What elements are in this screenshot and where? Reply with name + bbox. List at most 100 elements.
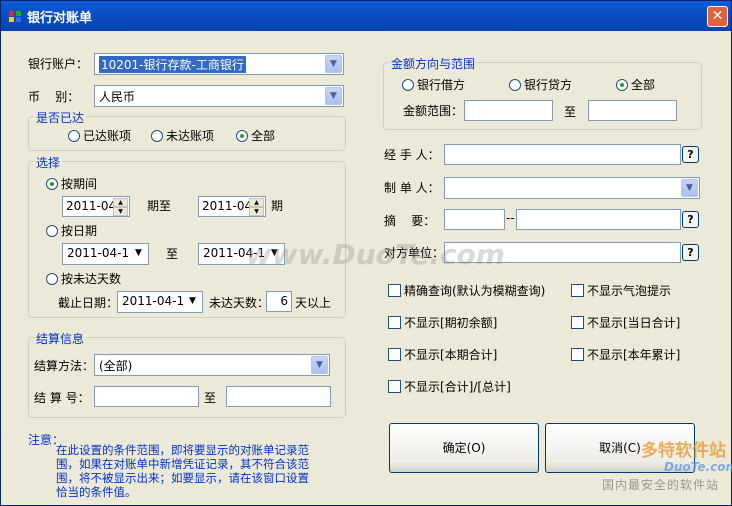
handler-input[interactable] <box>444 144 681 165</box>
ok-button[interactable]: 确定(O) <box>389 423 539 473</box>
chevron-down-icon[interactable]: ▼ <box>325 87 342 105</box>
checkbox-label: 精确查询(默认为模糊查询) <box>404 284 546 298</box>
title-bar[interactable]: 银行对账单 ✕ <box>1 1 731 31</box>
note-line: 围，如果在对账单中新增凭证记录，其不符合该范 <box>56 457 309 471</box>
checkbox-box <box>388 380 401 393</box>
note-text: 在此设置的条件范围，即将要显示的对账单记录范 围，如果在对账单中新增凭证记录，其… <box>56 443 309 499</box>
amount-legend: 金额方向与范围 <box>389 55 478 72</box>
app-icon <box>9 11 21 22</box>
radio-by-days[interactable]: 按未达天数 <box>46 270 121 287</box>
checkbox-box <box>571 348 584 361</box>
radio-label: 按日期 <box>61 224 98 238</box>
radio-circle <box>46 273 58 285</box>
summary-label: 摘 要： <box>384 214 436 228</box>
check-hide-ytd[interactable]: 不显示[本年累计] <box>571 346 680 363</box>
maker-label: 制 单 人： <box>384 181 440 195</box>
reconciled-legend: 是否已达 <box>34 109 87 126</box>
checkbox-label: 不显示[合计]/[总计] <box>404 380 511 394</box>
amount-to-input[interactable] <box>588 100 677 121</box>
number-label: 结 算 号： <box>34 391 90 405</box>
close-button[interactable]: ✕ <box>707 6 728 27</box>
radio-circle-selected <box>236 130 248 142</box>
radio-label: 全部 <box>251 129 276 143</box>
account-label: 银行账户： <box>28 57 89 71</box>
period-mid-label: 期至 <box>147 199 172 213</box>
chevron-down-icon[interactable]: ▼ <box>311 356 328 374</box>
date-from-value: 2011-04-12 <box>67 246 137 260</box>
radio-bank-credit[interactable]: 银行贷方 <box>509 76 572 93</box>
check-hide-total[interactable]: 不显示[合计]/[总计] <box>388 378 511 395</box>
radio-bank-debit[interactable]: 银行借方 <box>402 76 465 93</box>
check-hide-opening[interactable]: 不显示[期初余额] <box>388 314 497 331</box>
method-value: (全部) <box>99 359 133 373</box>
summary-dash: -- <box>506 211 515 225</box>
note-line: 在此设置的条件范围，即将要显示的对账单记录范 <box>56 443 309 457</box>
currency-select[interactable]: 人民币 ▼ <box>94 85 344 107</box>
note-line: 围，将不被显示出来；如要显示，请在该窗口设置 <box>56 471 309 485</box>
chevron-down-icon[interactable]: ▼ <box>184 293 201 311</box>
radio-label: 按期间 <box>61 177 98 191</box>
period-from-spinner[interactable]: 2011-04 ▲ ▼ <box>62 196 130 217</box>
radio-circle <box>402 79 414 91</box>
spin-down-icon[interactable]: ▼ <box>113 207 128 216</box>
radio-label: 银行借方 <box>417 78 466 92</box>
summary-code-input[interactable] <box>444 209 505 230</box>
currency-label: 币 别： <box>28 90 80 104</box>
window-title: 银行对账单 <box>27 11 93 26</box>
days-input[interactable]: 6 <box>266 291 292 312</box>
date-from-picker[interactable]: 2011-04-12 ▼ <box>62 243 149 265</box>
choose-legend: 选择 <box>34 154 63 171</box>
check-hide-daily[interactable]: 不显示[当日合计] <box>571 314 680 331</box>
settlement-method-select[interactable]: (全部) ▼ <box>94 354 330 376</box>
watermark-logo: 多特软件站 <box>641 441 726 461</box>
account-select[interactable]: 10201-银行存款-工商银行 ▼ <box>94 53 344 75</box>
range-label: 金额范围： <box>403 104 464 118</box>
radio-label: 全部 <box>631 78 656 92</box>
amount-from-input[interactable] <box>464 100 553 121</box>
summary-help-button[interactable]: ? <box>682 211 699 228</box>
radio-label: 已达账项 <box>83 129 132 143</box>
days-label: 未达天数： <box>209 296 270 310</box>
settlement-number-to[interactable] <box>226 386 331 407</box>
checkbox-box <box>388 316 401 329</box>
checkbox-label: 不显示[当日合计] <box>587 316 681 330</box>
radio-label: 银行贷方 <box>524 78 573 92</box>
spin-up-icon[interactable]: ▲ <box>249 198 264 207</box>
radio-by-period[interactable]: 按期间 <box>46 175 97 192</box>
counterparty-help-button[interactable]: ? <box>682 244 699 261</box>
dialog-window: 银行对账单 ✕ 银行账户： 10201-银行存款-工商银行 ▼ 币 别： 人民币 ▼… <box>0 0 732 506</box>
period-to-spinner[interactable]: 2011-04 ▲ ▼ <box>198 196 266 217</box>
date-mid-label: 至 <box>166 247 179 261</box>
checkbox-box <box>571 316 584 329</box>
radio-by-date[interactable]: 按日期 <box>46 222 97 239</box>
radio-all-reconciled[interactable]: 全部 <box>236 127 275 144</box>
spin-down-icon[interactable]: ▼ <box>249 207 264 216</box>
radio-circle <box>509 79 521 91</box>
days-suffix: 天以上 <box>295 296 332 310</box>
checkbox-box <box>388 348 401 361</box>
chevron-down-icon[interactable]: ▼ <box>325 55 342 73</box>
radio-unreconciled[interactable]: 未达账项 <box>151 127 214 144</box>
checkbox-label: 不显示气泡提示 <box>587 284 672 298</box>
maker-select[interactable]: ▼ <box>444 177 700 199</box>
radio-label: 按未达天数 <box>61 272 122 286</box>
radio-circle <box>151 130 163 142</box>
summary-text-input[interactable] <box>516 209 681 230</box>
handler-label: 经 手 人： <box>384 148 440 162</box>
account-value: 10201-银行存款-工商银行 <box>99 56 246 73</box>
radio-reconciled[interactable]: 已达账项 <box>68 127 131 144</box>
chevron-down-icon[interactable]: ▼ <box>681 179 698 197</box>
cutoff-label: 截止日期： <box>58 296 119 310</box>
check-hide-tooltip[interactable]: 不显示气泡提示 <box>571 282 671 299</box>
radio-amount-all[interactable]: 全部 <box>616 76 655 93</box>
period-from-value: 2011-04 <box>66 199 117 213</box>
check-exact-query[interactable]: 精确查询(默认为模糊查询) <box>388 282 545 299</box>
check-hide-period[interactable]: 不显示[本期合计] <box>388 346 497 363</box>
spin-up-icon[interactable]: ▲ <box>113 198 128 207</box>
chevron-down-icon[interactable]: ▼ <box>130 245 147 263</box>
settlement-number-from[interactable] <box>94 386 199 407</box>
handler-help-button[interactable]: ? <box>682 146 699 163</box>
note-line: 恰当的条件值。 <box>56 485 137 499</box>
radio-circle-selected <box>46 178 58 190</box>
cutoff-date-picker[interactable]: 2011-04-12 ▼ <box>117 291 203 313</box>
